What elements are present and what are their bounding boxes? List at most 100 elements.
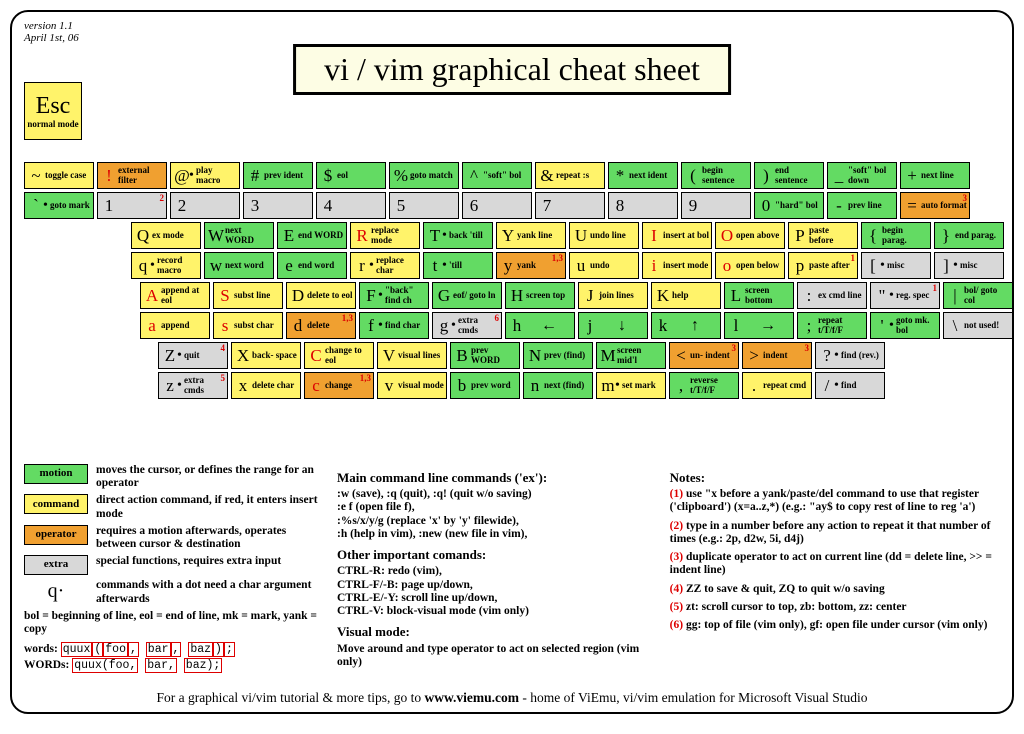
words-label: words: [24, 643, 58, 655]
key-G: Geof/ goto ln [432, 282, 502, 309]
key-w: wnext word [204, 252, 274, 279]
key-#: #prev ident [243, 162, 313, 189]
key-): )end sentence [754, 162, 824, 189]
key-U: Uundo line [569, 222, 639, 249]
date-line: April 1st, 06 [24, 32, 1000, 44]
key-column: Lscreen bottoml→ [724, 282, 794, 339]
keyboard-layout: ~toggle case`•goto mark!external filter1… [24, 162, 1004, 402]
key-column: Yyank lineyyank1,3 [496, 222, 566, 279]
key-column: Wnext WORDwnext word [204, 222, 274, 279]
key-3: 3 [243, 192, 313, 219]
key-column: Jjoin linesj↓ [578, 282, 648, 339]
key-column: #prev ident 3 [243, 162, 313, 219]
legend-box: command [24, 494, 88, 514]
other-commands-text: CTRL-R: redo (vim), CTRL-F/-B: page up/d… [337, 565, 652, 618]
legend-text: direct action command, if red, it enters… [96, 494, 319, 520]
key-I: Iinsert at bol [642, 222, 712, 249]
key-x: xdelete char [231, 372, 301, 399]
key-q: q•record macro [131, 252, 201, 279]
key-i: iinsert mode [642, 252, 712, 279]
keyboard-row: Z•quit4z•extra cmds5Xback- spacexdelete … [158, 342, 1004, 399]
version-info: version 1.1 April 1st, 06 [24, 20, 1000, 44]
key-\: \not used! [943, 312, 1013, 339]
key-C: Cchange to eol [304, 342, 374, 369]
key-column: )end sentence 0"hard" bol [754, 162, 824, 219]
note-4: (4) ZZ to save & quit, ZQ to quit w/o sa… [670, 583, 1004, 596]
key-column: Bprev WORDbprev word [450, 342, 520, 399]
key-0: 0"hard" bol [754, 192, 824, 219]
key-column: Oopen aboveoopen below [715, 222, 785, 279]
words-example: words: quux(foo, bar, baz); [24, 642, 319, 657]
key-column: ^"soft" bol6 [462, 162, 532, 219]
key-?: ?•find (rev.) [815, 342, 885, 369]
note-1: (1) use "x before a yank/paste/del comma… [670, 488, 1004, 514]
keyboard-row: ~toggle case`•goto mark!external filter1… [24, 162, 1004, 219]
key-s: ssubst char [213, 312, 283, 339]
key-&: &repeat :s [535, 162, 605, 189]
key-B: Bprev WORD [450, 342, 520, 369]
key-g: g•extra cmds6 [432, 312, 502, 339]
key-4: 4 [316, 192, 386, 219]
key-column: }end parag.]•misc [934, 222, 1004, 279]
footer: For a graphical vi/vim tutorial & more t… [12, 690, 1012, 706]
key-column: Ppaste beforeppaste after1 [788, 222, 858, 279]
key-R: Rreplace mode [350, 222, 420, 249]
key-2: 2 [170, 192, 240, 219]
key-c: cchange1,3 [304, 372, 374, 399]
key-`: `•goto mark [24, 192, 94, 219]
key-column: *next ident8 [608, 162, 678, 219]
key-column: Ssubst linessubst char [213, 282, 283, 339]
legend-box: motion [24, 464, 88, 484]
key-column: Iinsert at bol iinsert mode [642, 222, 712, 279]
footer-url: www.viemu.com [425, 690, 520, 705]
key-column: $eol4 [316, 162, 386, 219]
key-;: ;repeat t/T/f/F [797, 312, 867, 339]
key-Y: Yyank line [496, 222, 566, 249]
key-column: Vvisual lines vvisual mode [377, 342, 447, 399]
key-P: Ppaste before [788, 222, 858, 249]
key-column: :ex cmd line;repeat t/T/f/F [797, 282, 867, 339]
abbrev-line: bol = beginning of line, eol = end of li… [24, 610, 319, 636]
key-(: (begin sentence [681, 162, 751, 189]
key-column: Geof/ goto ln g•extra cmds6 [432, 282, 502, 339]
key-column: ?•find (rev.)/•find [815, 342, 885, 399]
key-column: Nprev (find)nnext (find) [523, 342, 593, 399]
key-z: z•extra cmds5 [158, 372, 228, 399]
key-column: Ddelete to eolddelete1,3 [286, 282, 356, 339]
key-column: |bol/ goto col\not used! [943, 282, 1013, 339]
key-': '•goto mk. bol [870, 312, 940, 339]
key-!: !external filter [97, 162, 167, 189]
key--: -prev line [827, 192, 897, 219]
version-line: version 1.1 [24, 20, 1000, 32]
key-column: <un- indent3,reverse t/T/f/F [669, 342, 739, 399]
ex-commands-heading: Main command line commands ('ex'): [337, 470, 652, 486]
key-@: @•play macro [170, 162, 240, 189]
q-example-row: q· commands with a dot need a char argum… [24, 579, 319, 605]
key-column: "•reg. spec1'•goto mk. bol [870, 282, 940, 339]
key-H: Hscreen top [505, 282, 575, 309]
q-dot-text: commands with a dot need a char argument… [96, 579, 319, 605]
key-A: Aappend at eol [140, 282, 210, 309]
note-5: (5) zt: scroll cursor to top, zb: bottom… [670, 601, 1004, 614]
key-E: Eend WORD [277, 222, 347, 249]
legend-text: special functions, requires extra input [96, 555, 281, 568]
key-column: F•"back" find chf•find char [359, 282, 429, 339]
legend-row-extra: extraspecial functions, requires extra i… [24, 555, 319, 575]
key-v: vvisual mode [377, 372, 447, 399]
esc-label: Esc [36, 93, 71, 120]
key-^: ^"soft" bol [462, 162, 532, 189]
other-commands-heading: Other important comands: [337, 547, 652, 563]
notes-heading: Notes: [670, 470, 1004, 486]
key-d: ddelete1,3 [286, 312, 356, 339]
key-column: Rreplace moder•replace char [350, 222, 420, 279]
legend-row-command: command direct action command, if red, it… [24, 494, 319, 520]
key-[: [•misc [861, 252, 931, 279]
key-}: }end parag. [934, 222, 1004, 249]
key-column: %goto match5 [389, 162, 459, 219]
key-5: 5 [389, 192, 459, 219]
cheat-sheet-page: version 1.1 April 1st, 06 vi / vim graph… [10, 10, 1014, 714]
bottom-section: motionmoves the cursor, or defines the r… [24, 464, 1004, 673]
key-V: Vvisual lines [377, 342, 447, 369]
key-L: Lscreen bottom [724, 282, 794, 309]
key-column: _"soft" bol down-prev line [827, 162, 897, 219]
